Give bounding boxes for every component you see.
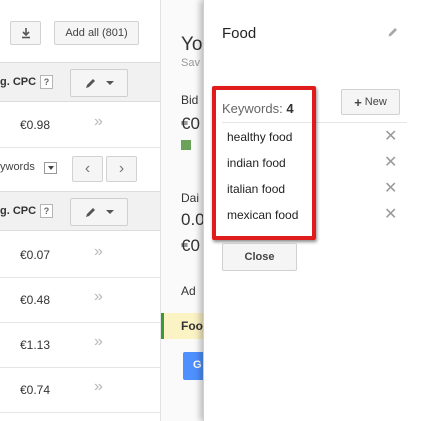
next-page-button[interactable]: › (106, 156, 137, 182)
ad-group-popup: Food + New Keywords: 4 healthy food ✕ in… (203, 0, 424, 421)
cpc-value: €0.98 (20, 118, 51, 132)
table-row: €0.07 » (0, 233, 160, 278)
remove-icon[interactable]: ✕ (384, 155, 397, 171)
slider-handle[interactable] (181, 140, 191, 150)
bid-label: Bid (181, 93, 199, 107)
remove-icon[interactable]: ✕ (384, 207, 397, 223)
add-arrow-icon[interactable]: » (94, 333, 103, 351)
cpc-value: €0.74 (20, 383, 51, 397)
download-icon (21, 28, 30, 39)
plus-icon: + (354, 94, 362, 110)
help-icon[interactable]: ? (40, 75, 53, 89)
avg-cpc-header: g. CPC (0, 76, 37, 88)
daily-label: Dai (181, 191, 200, 205)
keywords-label: ywords (0, 161, 35, 173)
bid-value: €0 (181, 114, 200, 133)
panel-subtitle: Sav (181, 57, 200, 69)
table-row: €1.13 » (0, 323, 160, 368)
table-row: €0.74 » (0, 368, 160, 413)
add-arrow-icon[interactable]: » (94, 378, 103, 396)
add-arrow-icon[interactable]: » (94, 243, 103, 261)
help-icon[interactable]: ? (40, 204, 53, 218)
cpc-value: €0.07 (20, 248, 51, 262)
ad-group-name: Foo (181, 319, 203, 333)
table-header: g. CPC ? (0, 62, 160, 102)
remove-icon[interactable]: ✕ (384, 129, 397, 145)
pencil-icon (86, 78, 95, 88)
cpc-value: €0.48 (20, 293, 51, 307)
pencil-icon (86, 207, 95, 217)
add-all-button[interactable]: Add all (801) (54, 21, 139, 45)
primary-button[interactable]: G (183, 352, 204, 380)
keywords-toolbar: ywords ‹ › (0, 152, 160, 184)
primary-button-label: G (193, 359, 202, 371)
table-header: g. CPC ? (0, 191, 160, 231)
download-button[interactable] (10, 21, 41, 45)
table-row: €0.98 » (0, 103, 160, 148)
popup-title: Food (222, 25, 257, 42)
table-row: €0.48 » (0, 278, 160, 323)
pencil-icon[interactable] (387, 26, 399, 41)
remove-icon[interactable]: ✕ (384, 181, 397, 197)
prev-page-button[interactable]: ‹ (72, 156, 103, 182)
close-button[interactable]: Close (222, 243, 297, 271)
new-button-label: New (364, 96, 387, 108)
chevron-down-icon (106, 210, 114, 214)
add-arrow-icon[interactable]: » (94, 113, 103, 131)
table-toolbar: Add all (801) (0, 0, 160, 60)
daily-cost: €0 (181, 236, 200, 255)
highlight-annotation-box (212, 86, 316, 240)
daily-value: 0.0 (181, 210, 204, 229)
cpc-value: €1.13 (20, 338, 51, 352)
chevron-down-icon (47, 166, 54, 170)
new-keyword-button[interactable]: + New (341, 89, 400, 115)
ad-label: Ad (181, 284, 196, 298)
chevron-down-icon (106, 81, 114, 85)
avg-cpc-header: g. CPC (0, 205, 37, 217)
ad-group-panel: Yo Sav Bid €0 Dai 0.0 €0 Ad Foo G (160, 0, 204, 421)
panel-title: Yo (181, 34, 203, 55)
highlighted-ad-group[interactable]: Foo (161, 313, 204, 339)
keywords-dropdown[interactable] (44, 162, 57, 174)
edit-menu-button[interactable] (70, 198, 128, 226)
add-arrow-icon[interactable]: » (94, 288, 103, 306)
edit-menu-button[interactable] (70, 69, 128, 97)
